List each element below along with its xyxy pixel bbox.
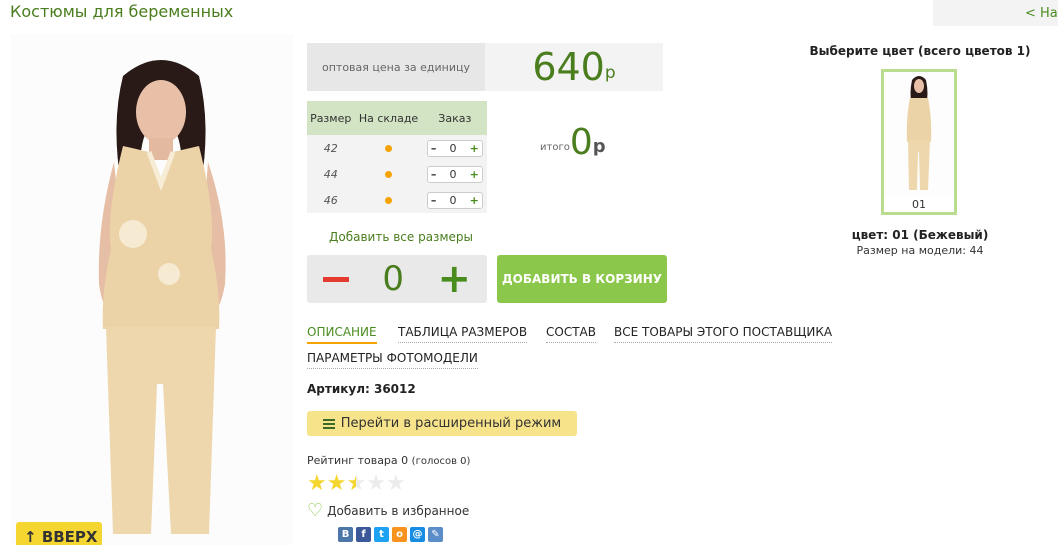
price-value-box: 640 р bbox=[485, 43, 663, 91]
tab-composition[interactable]: СОСТАВ bbox=[546, 325, 596, 343]
add-to-favorites-link[interactable]: ♡ Добавить в избранное bbox=[307, 502, 469, 520]
up-button-label: ВВЕРХ bbox=[41, 528, 98, 545]
model-size: Размер на модели: 44 bbox=[856, 244, 984, 257]
mailru-icon[interactable]: @ bbox=[410, 527, 425, 542]
increment-button[interactable]: + bbox=[470, 194, 479, 207]
order-header: Заказ bbox=[422, 101, 487, 135]
selected-color-name: цвет: 01 (Бежевый) bbox=[851, 228, 989, 242]
vk-icon[interactable]: B bbox=[338, 527, 353, 542]
stock-cell bbox=[354, 187, 423, 213]
order-cell: – 0 + bbox=[422, 187, 487, 213]
livejournal-icon[interactable]: ✎ bbox=[428, 527, 443, 542]
order-cell: – 0 + bbox=[422, 135, 487, 161]
quantity-value[interactable]: 0 bbox=[382, 259, 404, 299]
minus-icon[interactable] bbox=[323, 276, 349, 282]
in-stock-dot-icon bbox=[385, 196, 393, 204]
size-header: Размер bbox=[307, 101, 355, 135]
total-label: итого bbox=[540, 142, 570, 153]
stepper-value[interactable]: 0 bbox=[449, 194, 456, 207]
total-value: 0 bbox=[569, 122, 593, 163]
social-share-bar: Bf t о @ ✎ bbox=[338, 527, 443, 542]
price-currency: р bbox=[604, 63, 616, 83]
quantity-stepper: – 0 + bbox=[426, 165, 483, 183]
table-row: 42 – 0 + bbox=[307, 135, 487, 161]
order-cell: – 0 + bbox=[422, 161, 487, 187]
add-all-sizes-link[interactable]: Добавить все размеры bbox=[329, 230, 473, 244]
increment-button[interactable]: + bbox=[470, 142, 479, 155]
scroll-up-button[interactable]: ↑ ВВЕРХ bbox=[16, 522, 102, 545]
increment-button[interactable]: + bbox=[470, 168, 479, 181]
rating-label: Рейтинг товара bbox=[307, 454, 398, 467]
in-stock-dot-icon bbox=[385, 144, 393, 152]
size-cell: 46 bbox=[307, 187, 355, 213]
in-stock-dot-icon bbox=[385, 170, 393, 178]
decrement-button[interactable]: – bbox=[431, 168, 437, 181]
rating-votes: (голосов 0) bbox=[411, 456, 471, 467]
favorites-label: Добавить в избранное bbox=[327, 504, 470, 518]
extended-mode-button[interactable]: Перейти в расширенный режим bbox=[307, 411, 577, 436]
price-value: 640 bbox=[532, 45, 605, 89]
arrow-up-icon: ↑ bbox=[24, 528, 37, 545]
color-swatch[interactable]: 01 bbox=[881, 69, 957, 215]
heart-icon: ♡ bbox=[307, 500, 324, 521]
star-icon[interactable]: ★ bbox=[307, 473, 327, 495]
facebook-icon[interactable]: f bbox=[356, 527, 371, 542]
stock-cell bbox=[354, 161, 423, 187]
article-number: Артикул: 36012 bbox=[307, 382, 416, 396]
tab-supplier-products[interactable]: ВСЕ ТОВАРЫ ЭТОГО ПОСТАВЩИКА bbox=[614, 325, 833, 343]
quantity-stepper: – 0 + bbox=[426, 139, 483, 157]
rating-stars[interactable]: ★ ★ ★ ★ ★ bbox=[307, 473, 406, 495]
odnoklassniki-icon[interactable]: о bbox=[392, 527, 407, 542]
quantity-selector: 0 + bbox=[307, 255, 487, 303]
stepper-value[interactable]: 0 bbox=[449, 142, 456, 155]
price-label: оптовая цена за единицу bbox=[307, 43, 485, 91]
plus-icon[interactable]: + bbox=[437, 259, 471, 299]
stepper-value[interactable]: 0 bbox=[449, 168, 456, 181]
twitter-icon[interactable]: t bbox=[374, 527, 389, 542]
star-icon[interactable]: ★ bbox=[346, 473, 366, 495]
star-icon[interactable]: ★ bbox=[327, 473, 347, 495]
product-rating: Рейтинг товара 0 (голосов 0) bbox=[307, 454, 470, 467]
decrement-button[interactable]: – bbox=[431, 194, 437, 207]
size-cell: 44 bbox=[307, 161, 355, 187]
table-row: 46 – 0 + bbox=[307, 187, 487, 213]
tab-model-parameters[interactable]: ПАРАМЕТРЫ ФОТОМОДЕЛИ bbox=[307, 351, 478, 369]
quantity-stepper: – 0 + bbox=[426, 191, 483, 209]
list-icon bbox=[322, 418, 335, 429]
product-photo[interactable] bbox=[11, 34, 293, 545]
back-link[interactable]: < На bbox=[933, 0, 1058, 26]
model-illustration bbox=[11, 34, 293, 545]
color-heading: Выберите цвет (всего цветов 1) bbox=[809, 44, 1031, 58]
tab-size-chart[interactable]: ТАБЛИЦА РАЗМЕРОВ bbox=[398, 325, 528, 343]
swatch-code: 01 bbox=[912, 198, 926, 211]
add-to-cart-button[interactable]: ДОБАВИТЬ В КОРЗИНУ bbox=[497, 255, 667, 303]
decrement-button[interactable]: – bbox=[431, 142, 437, 155]
size-cell: 42 bbox=[307, 135, 355, 161]
stock-header: На складе bbox=[354, 101, 423, 135]
star-icon[interactable]: ★ bbox=[366, 473, 386, 495]
stock-cell bbox=[354, 135, 423, 161]
sizes-table: Размер На складе Заказ 42 – 0 + 44 – 0 +… bbox=[307, 101, 487, 213]
rating-value: 0 bbox=[401, 454, 409, 467]
total-currency: р bbox=[592, 136, 606, 157]
table-row: 44 – 0 + bbox=[307, 161, 487, 187]
order-total: итого 0 р bbox=[540, 125, 606, 161]
swatch-thumbnail bbox=[884, 72, 954, 196]
star-icon[interactable]: ★ bbox=[386, 473, 406, 495]
page-title: Костюмы для беременных bbox=[10, 2, 234, 21]
extended-mode-label: Перейти в расширенный режим bbox=[340, 416, 562, 431]
tab-description[interactable]: ОПИСАНИЕ bbox=[307, 325, 377, 344]
